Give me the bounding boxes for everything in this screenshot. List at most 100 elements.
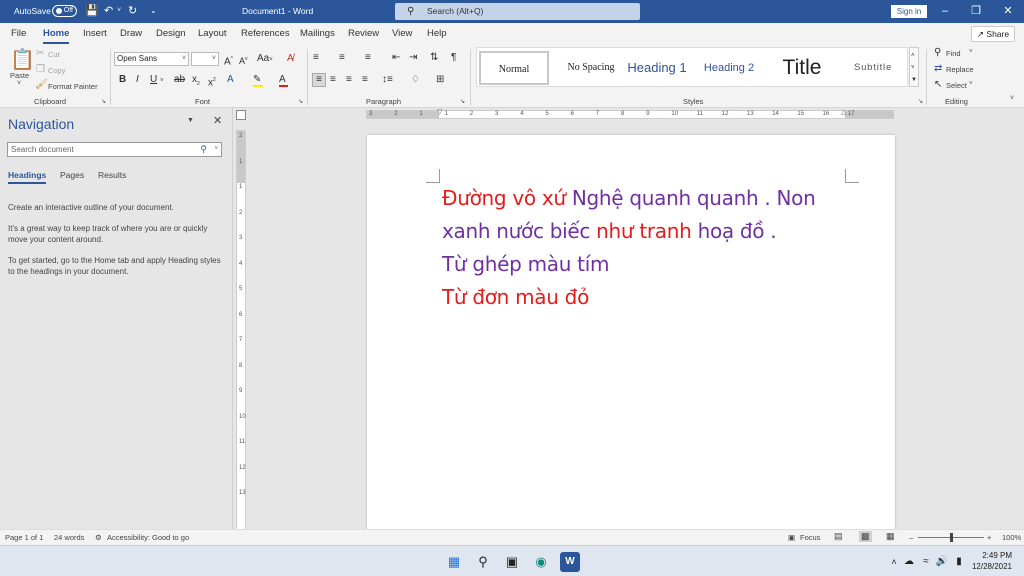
save-icon[interactable]: 💾 [85,3,99,19]
justify-icon[interactable]: ≡ [362,74,368,86]
style-no-spacing[interactable]: No Spacing [555,51,627,85]
close-icon[interactable]: ✕ [998,3,1018,19]
cut-button[interactable]: Cut [48,50,60,59]
word-app-icon[interactable]: W [560,552,580,572]
nav-tab-headings[interactable]: Headings [8,170,47,184]
replace-button[interactable]: Replace [946,65,974,74]
tab-insert[interactable]: Insert [83,28,107,39]
pane-options-icon[interactable]: ▼ [187,117,194,124]
search-icon[interactable]: ⚲ [473,552,493,572]
edge-browser-icon[interactable]: ◉ [531,552,551,572]
bullets-icon[interactable]: ≡ [313,52,319,64]
chevron-down-icon[interactable]: ˅ [969,49,973,55]
line-spacing-icon[interactable]: ↕≡ [382,74,393,86]
tab-selector[interactable] [236,110,246,120]
font-launcher-icon[interactable]: ↘ [298,98,303,105]
superscript-icon[interactable]: x2 [208,74,216,89]
tab-layout[interactable]: Layout [198,28,227,39]
decrease-indent-icon[interactable]: ⇤ [392,52,400,64]
numbering-icon[interactable]: ≡ [339,52,345,64]
clipboard-launcher-icon[interactable]: ↘ [101,98,106,105]
document-page[interactable]: Đường vô xứ Nghệ quanh quanh . Non xanh … [367,135,895,535]
font-color-icon[interactable]: A [279,74,288,87]
show-formatting-icon[interactable]: ¶ [451,52,456,64]
style-title[interactable]: Title [769,51,835,85]
horizontal-ruler[interactable]: ▽ △ 3 2 1 1 2 3 4 5 6 7 8 9 10 11 12 13 14 15 16 17 [366,108,894,119]
battery-icon[interactable]: ▮ [949,552,969,572]
font-size-select[interactable]: ˅ [191,52,219,66]
clear-formatting-icon[interactable]: A̸ [287,53,294,65]
nav-tab-pages[interactable]: Pages [60,170,84,180]
zoom-out-icon[interactable]: – [909,533,913,542]
tab-file[interactable]: File [11,28,26,39]
style-subtitle[interactable]: Subtitle [843,51,903,85]
redo-icon[interactable]: ↻ [128,3,137,19]
paragraph-launcher-icon[interactable]: ↘ [460,98,465,105]
right-indent-marker[interactable]: △ [841,108,846,116]
zoom-in-icon[interactable]: + [987,533,991,542]
word-count[interactable]: 24 words [54,533,84,542]
search-icon[interactable]: ⚲ [200,143,207,156]
paste-button[interactable]: Paste [10,71,29,80]
accessibility-status[interactable]: Accessibility: Good to go [107,533,189,542]
select-button[interactable]: Select [946,81,967,90]
highlight-icon[interactable]: ✎ [253,74,263,87]
paste-dropdown-icon[interactable]: ˅ [17,80,21,87]
tab-mailings[interactable]: Mailings [300,28,335,39]
shrink-font-icon[interactable]: Av [239,53,248,67]
tab-review[interactable]: Review [348,28,379,39]
undo-dropdown-icon[interactable]: ˅ [117,3,121,19]
find-button[interactable]: Find [946,49,961,58]
chevron-down-icon[interactable]: ˅ [911,62,915,74]
sign-in-button[interactable]: Sign in [891,5,927,18]
bold-icon[interactable]: B [119,74,126,86]
web-layout-icon[interactable]: ▦ [886,531,895,542]
nav-tab-results[interactable]: Results [98,170,126,180]
windows-start-icon[interactable]: ▦ [444,552,464,572]
minimize-icon[interactable]: – [935,3,955,19]
borders-icon[interactable]: ⊞ [436,74,444,86]
zoom-level[interactable]: 100% [1002,533,1021,542]
copy-button[interactable]: Copy [48,66,66,75]
task-view-icon[interactable]: ▣ [502,552,522,572]
increase-indent-icon[interactable]: ⇥ [409,52,417,64]
vertical-ruler[interactable]: 2 1 1 2 3 4 5 6 7 8 9 10 11 12 13 [236,130,246,530]
strikethrough-icon[interactable]: ab [174,74,185,86]
restore-icon[interactable]: ❐ [966,3,986,19]
more-styles-icon[interactable]: ▼ [911,74,917,86]
multilevel-list-icon[interactable]: ≡ [365,52,371,64]
zoom-slider[interactable] [918,533,984,542]
search-box[interactable]: ⚲ Search (Alt+Q) [395,3,640,20]
text-effects-icon[interactable]: A [227,74,234,86]
tab-help[interactable]: Help [427,28,447,39]
style-normal[interactable]: Normal [479,51,549,85]
italic-icon[interactable]: I [136,74,139,86]
font-name-select[interactable]: Open Sans ˅ [114,52,189,66]
page-count[interactable]: Page 1 of 1 [5,533,43,542]
shading-icon[interactable]: ♢ [411,74,420,86]
change-case-icon[interactable]: Aa˅ [257,53,273,66]
grow-font-icon[interactable]: A^ [224,53,233,68]
autosave-toggle[interactable]: Off [52,5,77,17]
document-body[interactable]: Đường vô xứ Nghệ quanh quanh . Non xanh … [442,182,862,314]
read-mode-icon[interactable]: ▤ [834,531,843,542]
tab-references[interactable]: References [241,28,290,39]
styles-launcher-icon[interactable]: ↘ [918,98,923,105]
chevron-down-icon[interactable]: ˅ [969,81,973,87]
chevron-down-icon[interactable]: ˅ [214,143,218,156]
collapse-ribbon-icon[interactable]: ˅ [1010,95,1014,102]
tab-home[interactable]: Home [43,28,70,44]
format-painter-button[interactable]: Format Painter [48,82,98,91]
print-layout-icon[interactable]: ▩ [859,531,872,542]
tab-design[interactable]: Design [156,28,186,39]
customize-toolbar-icon[interactable]: ⌄ [150,3,157,19]
underline-icon[interactable]: U [150,74,157,86]
clock[interactable]: 2:49 PM 12/28/2021 [968,550,1012,572]
tab-view[interactable]: View [392,28,412,39]
styles-scroll[interactable]: ˄ ˅ ▼ [909,47,919,87]
focus-button[interactable]: Focus [800,533,820,542]
tab-draw[interactable]: Draw [120,28,142,39]
align-center-icon[interactable]: ≡ [330,74,336,86]
indent-marker[interactable]: ▽ [437,108,442,116]
paste-icon[interactable]: 📋 [10,49,35,71]
